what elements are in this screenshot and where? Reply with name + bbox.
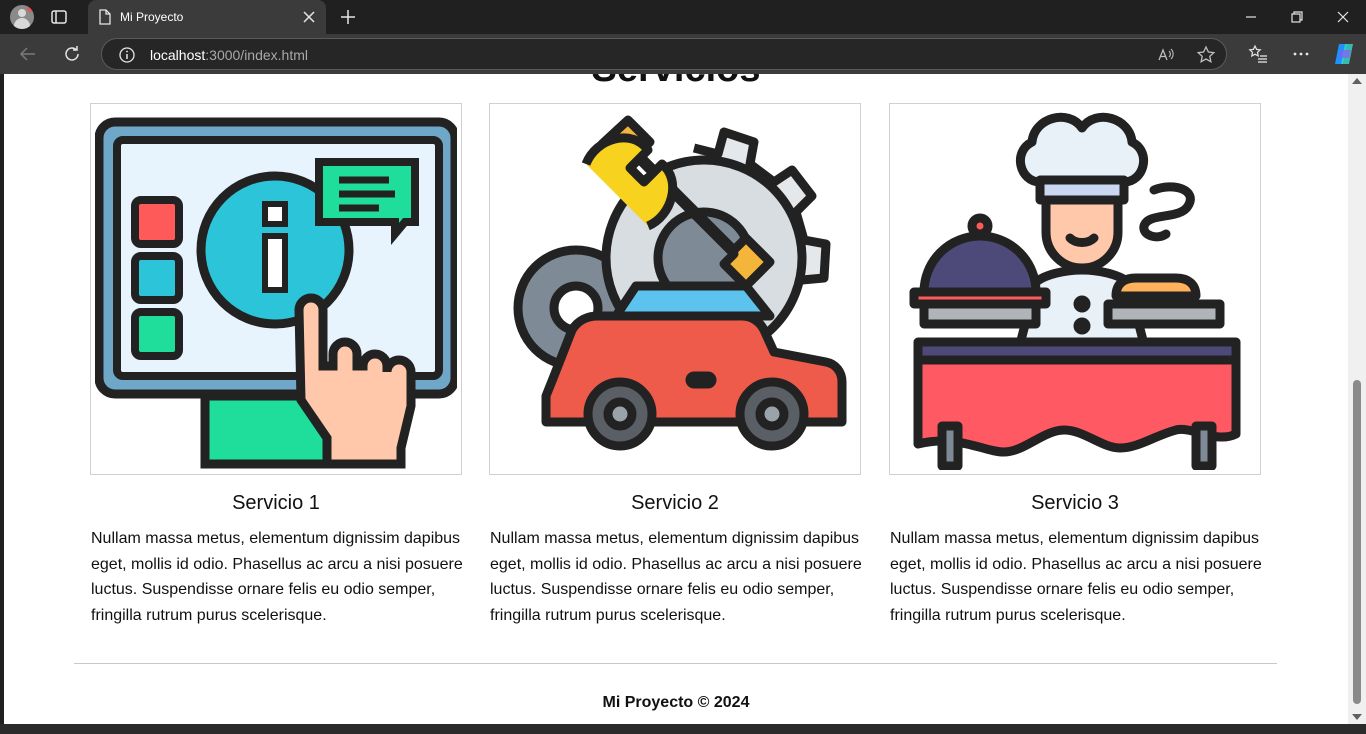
close-tab-icon[interactable] [300, 8, 318, 26]
footer-text: Mi Proyecto © 2024 [602, 694, 750, 711]
url-text[interactable]: localhost:3000/index.html [150, 47, 308, 63]
tab-actions-icon[interactable] [50, 8, 68, 26]
close-window-icon[interactable] [1333, 7, 1353, 27]
scroll-thumb[interactable] [1353, 380, 1361, 704]
section-title: Servicios [4, 74, 1348, 91]
tab-title: Mi Proyecto [120, 10, 184, 24]
favorite-star-icon[interactable] [1196, 45, 1216, 65]
copilot-icon[interactable] [1331, 41, 1357, 67]
read-aloud-icon[interactable] [1156, 45, 1176, 65]
service-title: Servicio 1 [232, 492, 320, 514]
scroll-up-icon[interactable] [1352, 78, 1362, 84]
service-description: Nullam massa metus, elementum dignissim … [490, 530, 862, 625]
url-host: localhost [150, 47, 206, 63]
footer-divider [74, 663, 1277, 664]
touchscreen-info-icon [95, 117, 457, 469]
page-scrollbar[interactable] [1348, 74, 1366, 724]
service-image [90, 103, 462, 475]
site-info-icon[interactable] [118, 46, 136, 64]
service-description: Nullam massa metus, elementum dignissim … [91, 530, 463, 625]
car-repair-icon [513, 115, 847, 451]
taskbar-strip [0, 724, 1366, 734]
minimize-icon[interactable] [1241, 7, 1261, 27]
favorites-list-icon[interactable] [1248, 44, 1268, 64]
service-description: Nullam massa metus, elementum dignissim … [890, 530, 1262, 625]
page-viewport: Servicios Servicio 1 Nullam massa m [4, 74, 1348, 724]
title-bar: Mi Proyecto [0, 0, 1366, 34]
scroll-down-icon[interactable] [1352, 714, 1362, 720]
reload-icon[interactable] [62, 44, 82, 64]
service-title: Servicio 3 [1031, 492, 1119, 514]
url-path: :3000/index.html [205, 47, 308, 63]
back-arrow-icon[interactable] [18, 44, 38, 64]
service-image [889, 103, 1261, 475]
profile-avatar-icon[interactable] [10, 5, 34, 29]
more-options-icon[interactable] [1291, 44, 1311, 64]
service-title: Servicio 2 [631, 492, 719, 514]
restore-icon[interactable] [1287, 7, 1307, 27]
service-image [489, 103, 861, 475]
page-icon [99, 9, 111, 25]
new-tab-icon[interactable] [338, 7, 358, 27]
browser-toolbar: localhost:3000/index.html [0, 34, 1366, 74]
chef-catering-icon [909, 112, 1241, 470]
address-bar[interactable]: localhost:3000/index.html [101, 38, 1227, 70]
tab-active[interactable]: Mi Proyecto [88, 0, 326, 34]
